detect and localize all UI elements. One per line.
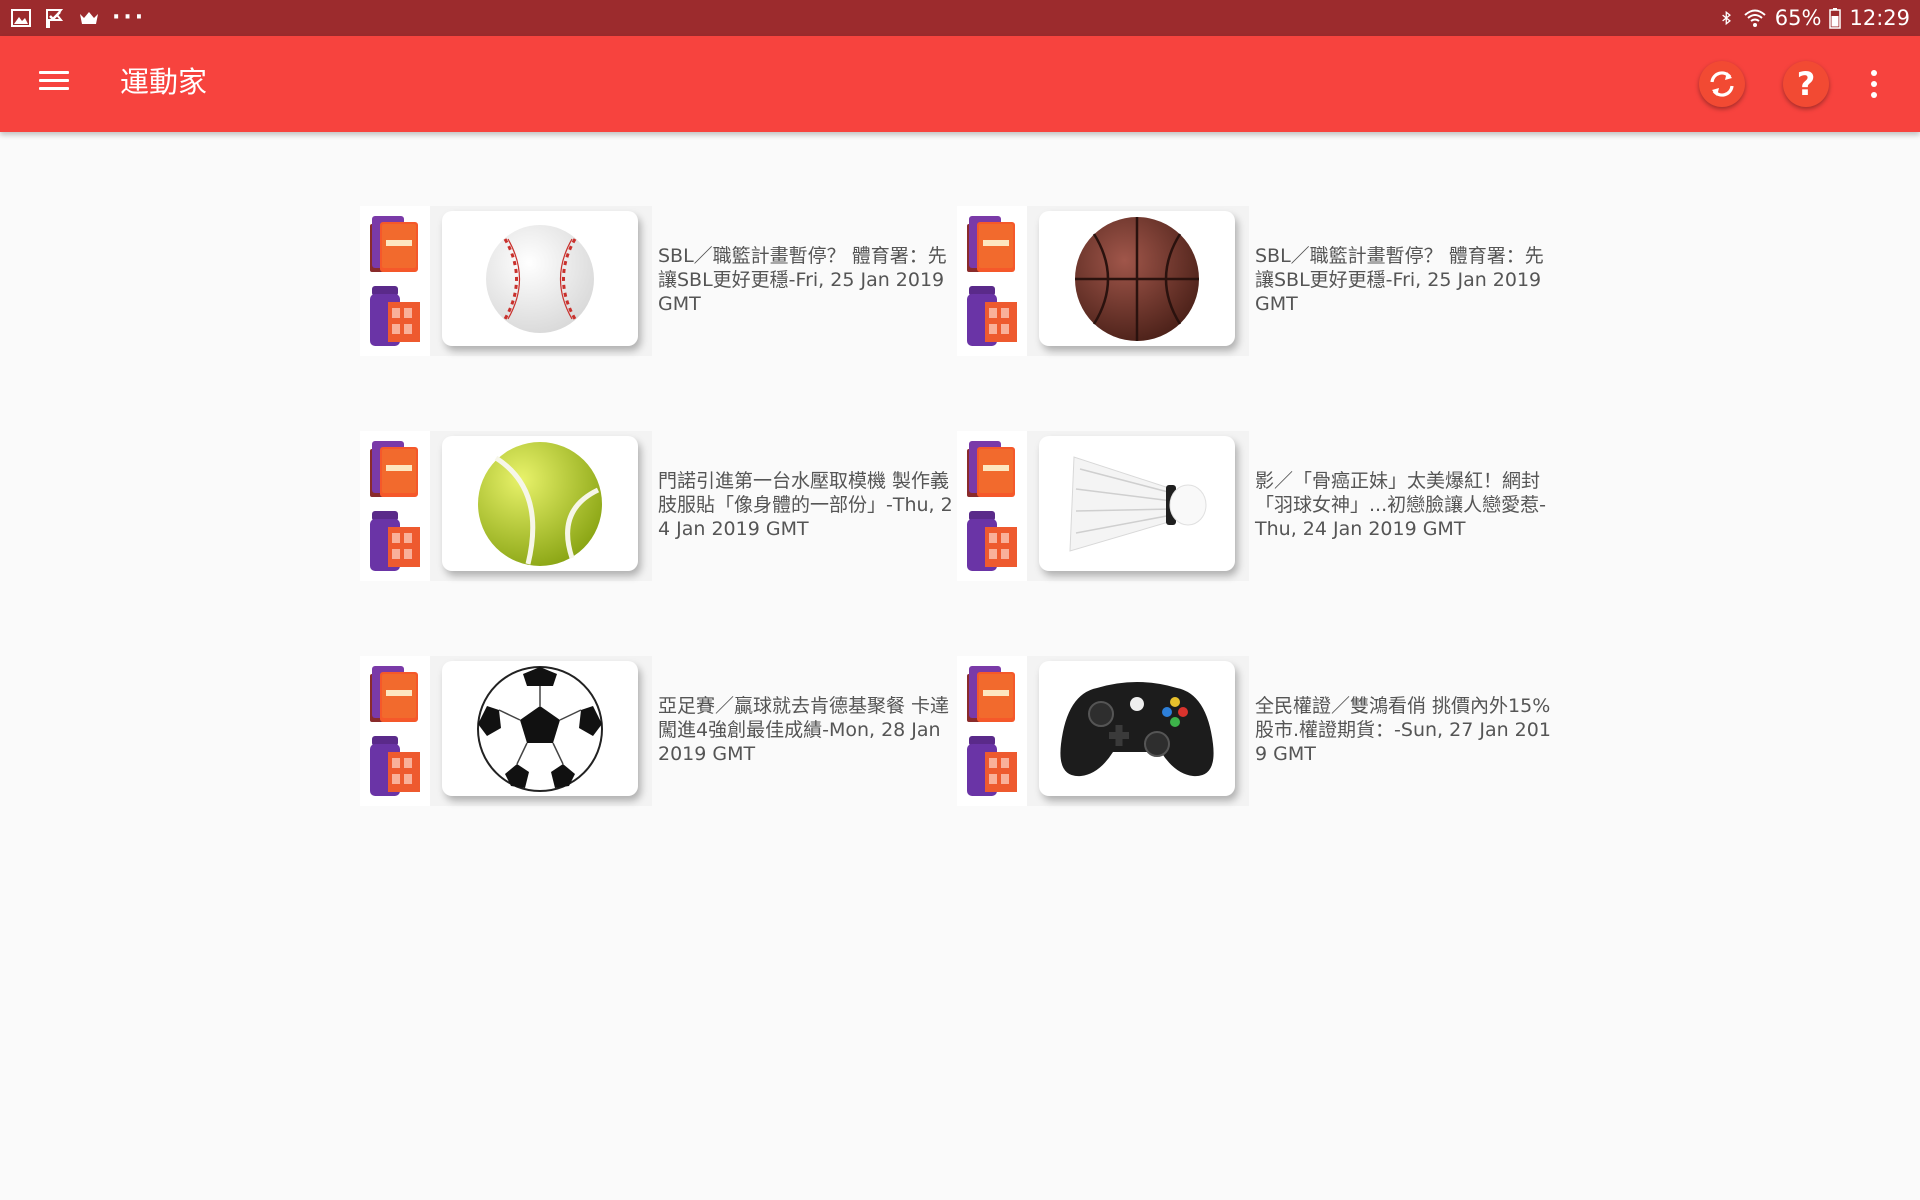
soccer-ball-icon[interactable] <box>442 661 638 796</box>
film-icon <box>967 736 1017 796</box>
news-card[interactable]: SBL／職籃計畫暫停？ 體育署：先讓SBL更好更穩-Fri, 25 Jan 20… <box>360 206 960 356</box>
basketball-icon[interactable] <box>1039 211 1235 346</box>
game-controller-icon[interactable] <box>1039 661 1235 796</box>
book-icon <box>967 666 1015 722</box>
news-headline[interactable]: 門諾引進第一台水壓取模機 製作義肢服貼「像身體的一部份」-Thu, 24 Jan… <box>658 469 958 541</box>
category-icons <box>957 431 1027 581</box>
page-title: 運動家 <box>120 65 208 99</box>
category-icons <box>957 206 1027 356</box>
more-notifications: ··· <box>112 5 147 30</box>
news-card[interactable]: 影／「骨癌正妹」太美爆紅！網封「羽球女神」...初戀臉讓人戀愛惹-Thu, 24… <box>957 431 1557 581</box>
overflow-menu-button[interactable] <box>1864 66 1884 102</box>
crown-icon <box>80 12 98 24</box>
book-icon <box>967 216 1015 272</box>
tennis-ball-icon[interactable] <box>442 436 638 571</box>
news-headline[interactable]: SBL／職籃計畫暫停？ 體育署：先讓SBL更好更穩-Fri, 25 Jan 20… <box>658 244 958 316</box>
image-icon <box>11 9 31 27</box>
book-icon <box>967 441 1015 497</box>
refresh-button[interactable] <box>1699 61 1745 107</box>
news-card[interactable]: SBL／職籃計畫暫停？ 體育署：先讓SBL更好更穩-Fri, 25 Jan 20… <box>957 206 1557 356</box>
category-icons <box>360 656 430 806</box>
wifi-icon <box>1744 9 1766 27</box>
battery-icon <box>1829 8 1842 29</box>
help-button[interactable]: ? <box>1783 61 1829 107</box>
news-headline[interactable]: 影／「骨癌正妹」太美爆紅！網封「羽球女神」...初戀臉讓人戀愛惹-Thu, 24… <box>1255 469 1555 541</box>
more-vert-icon <box>1871 70 1877 76</box>
category-icons <box>360 431 430 581</box>
notification-icons: ··· <box>10 6 146 30</box>
news-headline[interactable]: 亞足賽／贏球就去肯德基聚餐 卡達闖進4強創最佳成績-Mon, 28 Jan 20… <box>658 694 958 766</box>
film-icon <box>967 511 1017 571</box>
book-icon <box>370 441 418 497</box>
film-icon <box>967 286 1017 346</box>
shuttlecock-icon[interactable] <box>1039 436 1235 571</box>
news-card[interactable]: 門諾引進第一台水壓取模機 製作義肢服貼「像身體的一部份」-Thu, 24 Jan… <box>360 431 960 581</box>
check-flag-icon <box>46 9 64 28</box>
category-icons <box>957 656 1027 806</box>
news-card[interactable]: 全民權證／雙鴻看俏 挑價內外15% 股市.權證期貨：-Sun, 27 Jan 2… <box>957 656 1557 806</box>
help-icon: ? <box>1796 65 1816 103</box>
battery-percent: 65% <box>1774 6 1822 30</box>
bluetooth-icon <box>1722 10 1731 26</box>
system-status: 65% 12:29 <box>1719 0 1910 36</box>
menu-icon <box>39 71 69 74</box>
status-bar: ··· 65% 12:29 <box>0 0 1920 36</box>
baseball-icon[interactable] <box>442 211 638 346</box>
film-icon <box>370 511 420 571</box>
book-icon <box>370 666 418 722</box>
menu-button[interactable] <box>36 66 72 102</box>
book-icon <box>370 216 418 272</box>
clock: 12:29 <box>1849 6 1910 30</box>
news-headline[interactable]: SBL／職籃計畫暫停？ 體育署：先讓SBL更好更穩-Fri, 25 Jan 20… <box>1255 244 1555 316</box>
news-headline[interactable]: 全民權證／雙鴻看俏 挑價內外15% 股市.權證期貨：-Sun, 27 Jan 2… <box>1255 694 1555 766</box>
news-card[interactable]: 亞足賽／贏球就去肯德基聚餐 卡達闖進4強創最佳成績-Mon, 28 Jan 20… <box>360 656 960 806</box>
category-icons <box>360 206 430 356</box>
refresh-icon <box>1710 71 1734 97</box>
app-bar: 運動家 ? <box>0 36 1920 132</box>
film-icon <box>370 736 420 796</box>
film-icon <box>370 286 420 346</box>
